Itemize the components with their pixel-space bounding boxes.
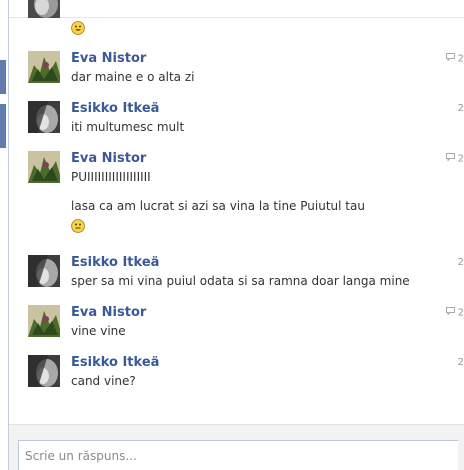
message-author[interactable]: Eva Nistor (71, 305, 451, 321)
message-text: PUIIIIIIIIIIIIIIIIII (71, 170, 151, 184)
message-author[interactable]: Eva Nistor (71, 151, 451, 167)
rail-tab[interactable] (0, 60, 6, 94)
message-thread: Eva Nistor dar maine e o alta zi 2 Esikk… (8, 0, 464, 470)
rail-tab[interactable] (0, 104, 6, 148)
message-meta: 2 (458, 357, 464, 368)
message-text: iti multumesc mult (71, 120, 185, 134)
left-rail (0, 0, 8, 470)
message-time: 2 (457, 53, 464, 65)
message-text: vine vine (71, 324, 126, 338)
message-meta: 2 (445, 53, 464, 65)
message-time: 2 (457, 257, 464, 268)
message-author[interactable]: Esikko Itkeä (71, 101, 451, 117)
comment-bubble-icon (445, 53, 455, 64)
reply-input[interactable] (18, 440, 458, 470)
avatar[interactable] (28, 0, 60, 18)
message-text: lasa ca am lucrat si azi sa vina la tine… (71, 199, 365, 213)
comment-bubble-icon (445, 307, 455, 318)
message-text: sper sa mi vina puiul odata si sa ramna … (71, 274, 410, 288)
comment-bubble-icon (445, 153, 455, 164)
avatar[interactable] (28, 151, 60, 183)
message-text: dar maine e o alta zi (71, 70, 195, 84)
message-time: 2 (457, 103, 464, 114)
message-meta: 2 (458, 103, 464, 114)
avatar[interactable] (28, 305, 60, 337)
message-meta: 2 (458, 257, 464, 268)
message-time: 2 (457, 307, 464, 319)
avatar[interactable] (28, 255, 60, 287)
message-author[interactable]: Eva Nistor (71, 51, 451, 67)
message-author[interactable]: Esikko Itkeä (71, 355, 451, 371)
message-author[interactable]: Esikko Itkeä (71, 255, 451, 271)
smiley-icon (71, 219, 85, 233)
message-time: 2 (457, 153, 464, 165)
message-text: cand vine? (71, 374, 136, 388)
smiley-icon (71, 21, 85, 35)
avatar[interactable] (28, 355, 60, 387)
avatar[interactable] (28, 51, 60, 83)
message-time: 2 (457, 357, 464, 368)
message-meta: 2 (445, 153, 464, 165)
avatar[interactable] (28, 101, 60, 133)
message-meta: 2 (445, 307, 464, 319)
